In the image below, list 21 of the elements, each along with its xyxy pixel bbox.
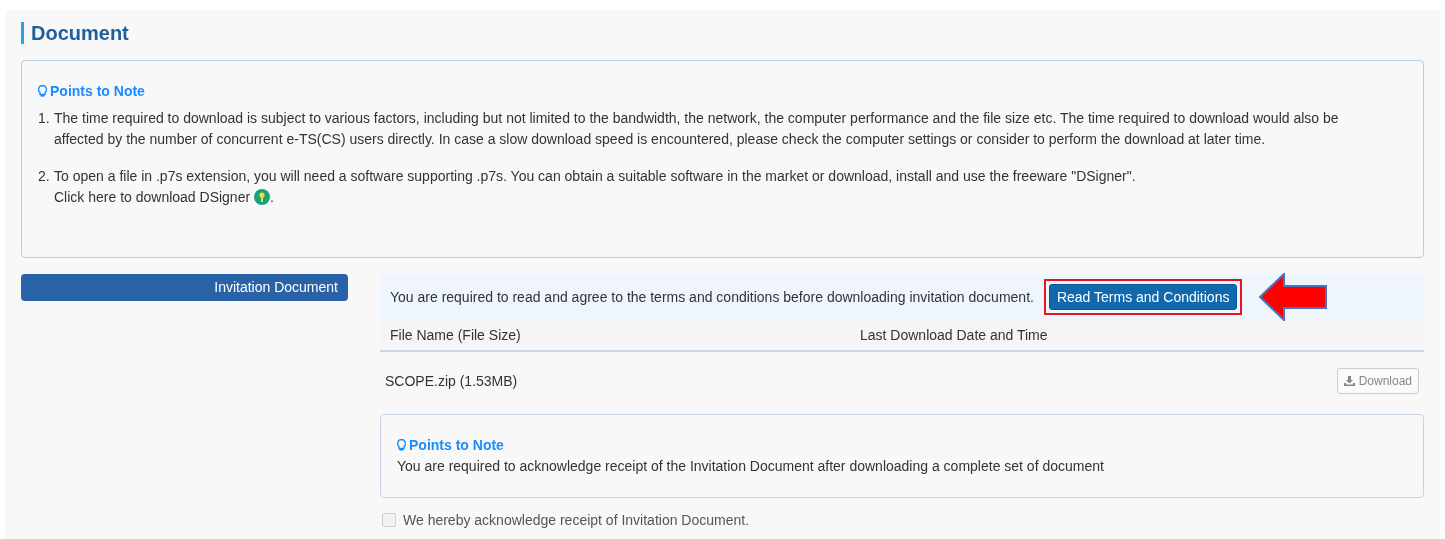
column-header: File Name (File Size) — [390, 327, 522, 343]
acknowledge-label: We hereby acknowledge receipt of Invitation Document. — [403, 512, 750, 528]
pointing-arrow — [1258, 273, 1329, 321]
note-text: You are required to acknowledge receipt of the Invitation Document after downloading a complete set of document — [397, 457, 1105, 476]
key-icon — [254, 189, 270, 205]
note-item: To open a file in .p7s extension, you will need a software supporting .p7s. You can obtain a suitable software in the market or download, install and use the freeware "DSigner". Click here to download DSigner . — [54, 167, 1136, 207]
list-number: 1. — [38, 109, 50, 128]
lightbulb-icon — [397, 439, 406, 451]
download-icon — [1344, 376, 1356, 386]
section-label: Invitation Document — [21, 274, 348, 301]
lightbulb-icon — [38, 85, 47, 97]
notes-heading: Points to Note — [397, 435, 1407, 456]
list-number: 2. — [38, 167, 50, 186]
read-terms-button[interactable]: Read Terms and Conditions — [1048, 284, 1238, 310]
page-title: Document — [21, 22, 129, 44]
note-item: The time required to download is subject to various factors, including but not limited to the bandwidth, the network, the computer performance and the file size etc. The time required to download would also be affected by the number of concurrent e-TS(CS) users directly. In case a slow download speed is encountered, please check the computer settings or consider to perform the download at later time. — [54, 109, 1340, 149]
download-dsigner-link[interactable]: Click here to download DSigner — [54, 189, 270, 205]
file-name-cell-text: SCOPE.zip (1.53MB) — [385, 373, 519, 389]
notes-heading: Points to Note — [38, 81, 1407, 102]
terms-text: You are required to read and agree to the terms and conditions before downloading invitation document. — [390, 289, 1034, 305]
column-header: Last Download Date and Time — [860, 327, 1048, 343]
